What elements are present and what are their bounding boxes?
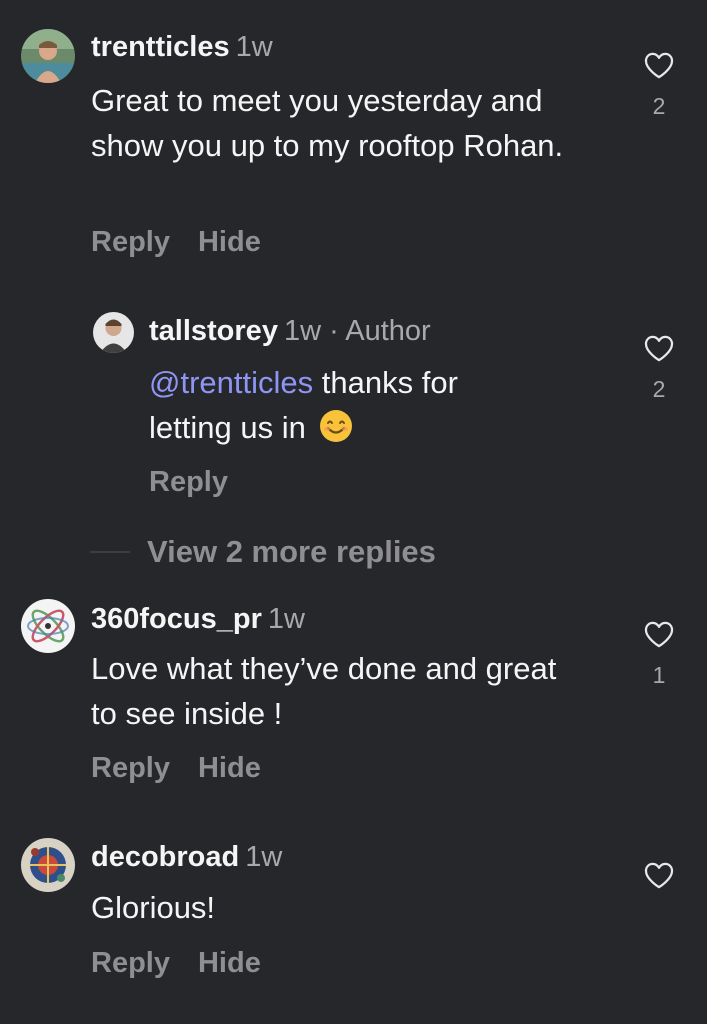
author-badge: Author <box>345 315 431 347</box>
hide-button[interactable]: Hide <box>198 947 261 979</box>
comment-header: trentticles 1w <box>91 30 273 64</box>
heart-icon[interactable] <box>644 335 674 362</box>
reply-button[interactable]: Reply <box>91 226 170 258</box>
avatar[interactable] <box>21 838 75 892</box>
username[interactable]: trentticles <box>91 31 230 63</box>
reply-button[interactable]: Reply <box>91 752 170 784</box>
username[interactable]: 360focus_pr <box>91 603 262 635</box>
comment-header: tallstorey 1w · Author <box>149 314 431 348</box>
avatar[interactable] <box>21 599 75 653</box>
comment-360focus-pr: 360focus_pr 1w Love what they’ve done and… <box>0 590 707 815</box>
comment-header: decobroad 1w <box>91 840 282 874</box>
comment-text: Great to meet you yesterday and show you… <box>91 83 564 163</box>
heart-icon[interactable] <box>644 52 674 79</box>
comment-actions: Reply Hide <box>91 946 261 980</box>
heart-icon[interactable] <box>644 621 674 648</box>
reply-button[interactable]: Reply <box>149 466 228 498</box>
comment-actions: Reply Hide <box>91 225 261 259</box>
heart-icon[interactable] <box>644 862 674 889</box>
like-control: 2 <box>634 335 684 402</box>
like-count: 2 <box>652 93 666 119</box>
comment-header: 360focus_pr 1w <box>91 602 305 636</box>
timestamp: 1w <box>235 31 273 63</box>
comment-text: Love what they’ve done and great to see … <box>91 651 557 731</box>
view-more-replies-button[interactable]: View 2 more replies <box>90 532 436 572</box>
hide-button[interactable]: Hide <box>198 226 261 258</box>
comment-text: @trentticles thanks for letting us in <box>149 360 529 450</box>
like-count: 2 <box>652 376 666 402</box>
username[interactable]: tallstorey <box>149 315 278 347</box>
avatar[interactable] <box>21 29 75 83</box>
comment-tallstorey: tallstorey 1w · Author @trentticles thank… <box>0 270 707 520</box>
view-more-replies-label: View 2 more replies <box>147 534 436 569</box>
avatar[interactable] <box>93 312 134 353</box>
like-control: 1 <box>634 621 684 688</box>
divider <box>90 551 130 553</box>
comment-text: Glorious! <box>91 890 216 925</box>
username[interactable]: decobroad <box>91 841 239 873</box>
comment-decobroad: decobroad 1w Glorious! Reply Hide <box>0 825 707 1024</box>
hide-button[interactable]: Hide <box>198 752 261 784</box>
comment-actions: Reply Hide <box>91 751 261 785</box>
reply-button[interactable]: Reply <box>91 947 170 979</box>
separator: · <box>329 315 339 347</box>
timestamp: 1w <box>245 841 283 873</box>
timestamp: 1w <box>267 603 305 635</box>
comment-actions: Reply <box>149 465 228 499</box>
like-count: 1 <box>652 662 666 688</box>
smiling-face-icon <box>320 410 353 442</box>
comment-trentticles: trentticles 1w Great to meet you yesterda… <box>0 0 707 270</box>
like-control <box>634 862 684 889</box>
mention-link[interactable]: @trentticles <box>149 365 313 400</box>
timestamp: 1w <box>283 315 322 347</box>
like-control: 2 <box>634 52 684 119</box>
